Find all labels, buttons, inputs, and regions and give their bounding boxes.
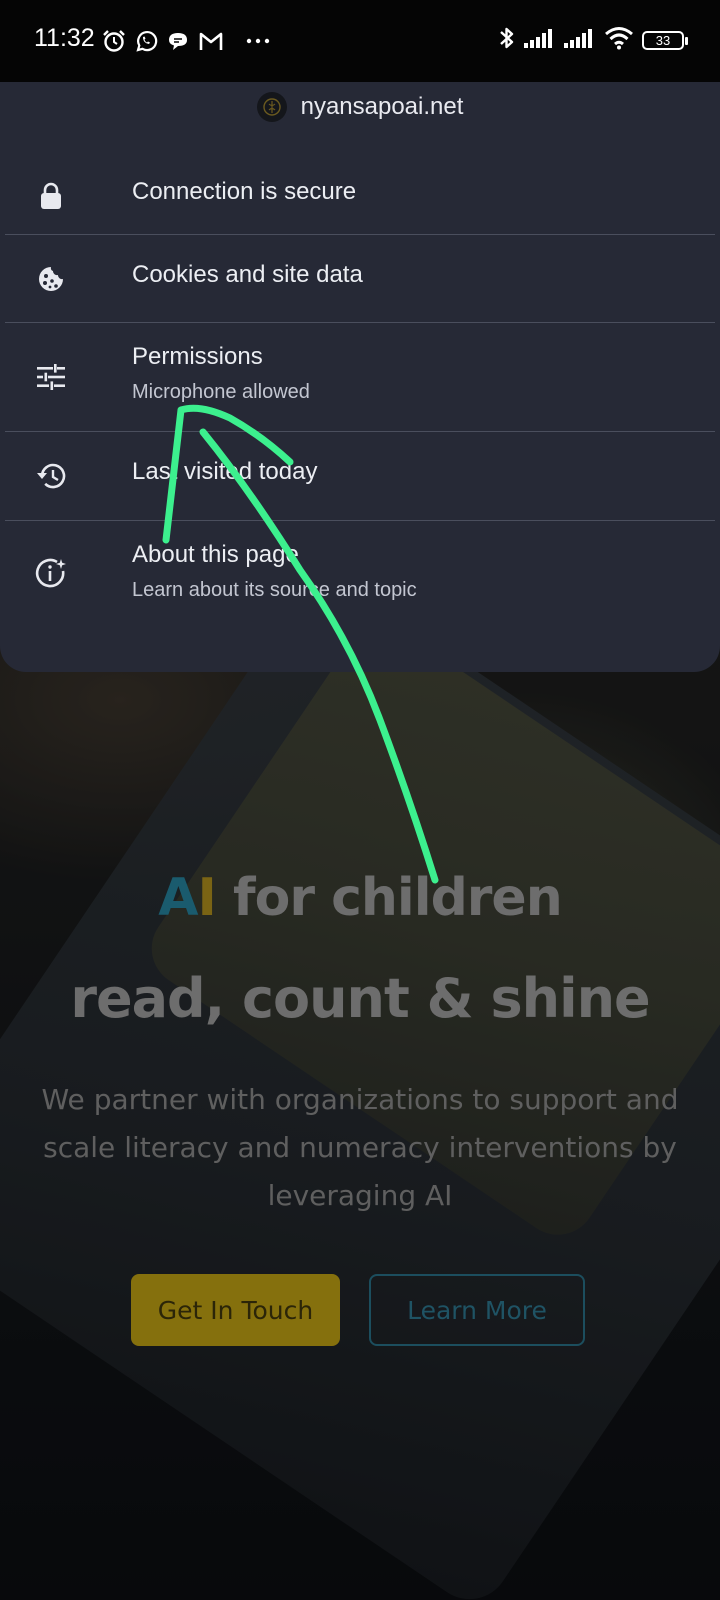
connection-security-row[interactable]: Connection is secure xyxy=(0,152,720,240)
chat-bubble-icon xyxy=(166,29,190,53)
more-dots-icon xyxy=(246,37,270,45)
hero-title-line-1: AI for children xyxy=(0,872,720,924)
about-this-page-label: About this page xyxy=(132,541,299,568)
permissions-detail: Microphone allowed xyxy=(132,381,310,403)
status-time: 11:32 xyxy=(34,24,95,52)
hero-ai-i: I xyxy=(197,868,217,928)
battery-icon: 33 xyxy=(642,30,688,50)
cookie-icon xyxy=(33,261,69,297)
site-favicon-icon xyxy=(256,92,287,122)
tune-sliders-icon xyxy=(33,359,69,395)
last-visited-label: Last visited today xyxy=(132,458,318,485)
hero-subtitle: We partner with organizations to support… xyxy=(41,1083,679,1212)
learn-more-button[interactable]: Learn More xyxy=(369,1274,585,1346)
cookies-site-data-row[interactable]: Cookies and site data xyxy=(0,235,720,323)
last-visited-row[interactable]: Last visited today xyxy=(0,432,720,520)
permissions-label: Permissions xyxy=(132,343,263,370)
notification-icons xyxy=(102,26,270,56)
cta-row: Get In Touch Learn More xyxy=(0,1274,720,1348)
hero-ai-a: A xyxy=(158,868,198,928)
about-this-page-row[interactable]: About this page Learn about its source a… xyxy=(0,521,720,629)
status-bar: 11:32 33 xyxy=(0,0,720,82)
system-icons: 33 xyxy=(498,24,688,57)
bluetooth-icon xyxy=(498,24,516,57)
site-domain: nyansapoai.net xyxy=(300,93,464,120)
about-this-page-detail: Learn about its source and topic xyxy=(132,579,417,601)
battery-level: 33 xyxy=(655,32,671,48)
info-sparkle-icon xyxy=(33,555,69,591)
signal-icon xyxy=(564,27,596,54)
history-icon xyxy=(33,458,69,494)
permissions-row[interactable]: Permissions Microphone allowed xyxy=(0,323,720,431)
connection-security-label: Connection is secure xyxy=(132,178,357,205)
hero-section: AI for children read, count & shine We p… xyxy=(0,860,720,1220)
site-info-sheet: nyansapoai.net Connection is secure Cook… xyxy=(0,62,720,672)
lock-icon xyxy=(33,178,69,214)
screen: AI for children read, count & shine We p… xyxy=(0,0,720,1600)
alarm-icon xyxy=(102,29,126,53)
hero-title-line-2: read, count & shine xyxy=(70,967,650,1030)
signal-icon xyxy=(524,27,556,54)
get-in-touch-button[interactable]: Get In Touch xyxy=(131,1274,340,1346)
gmail-icon xyxy=(198,30,224,52)
whatsapp-icon xyxy=(134,29,158,53)
cookies-label: Cookies and site data xyxy=(132,261,363,288)
hero-title-rest: for children xyxy=(215,868,563,928)
wifi-icon xyxy=(604,26,634,55)
